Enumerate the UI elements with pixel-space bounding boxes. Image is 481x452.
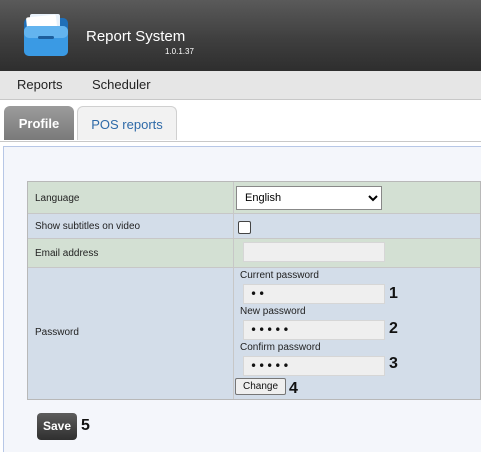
tab-profile[interactable]: Profile — [4, 106, 74, 140]
callout-5: 5 — [81, 417, 90, 434]
tab-pos-reports[interactable]: POS reports — [77, 106, 177, 140]
callout-4: 4 — [289, 380, 298, 397]
language-label: Language — [35, 193, 80, 204]
subtitles-label: Show subtitles on video — [35, 221, 141, 232]
app-version: 1.0.1.37 — [165, 47, 194, 56]
email-input[interactable] — [243, 242, 385, 262]
menu-item-scheduler[interactable]: Scheduler — [92, 77, 151, 92]
folder-logo-icon — [24, 14, 68, 56]
app-title: Report System — [86, 28, 186, 45]
confirm-password-label: Confirm password — [240, 342, 321, 353]
current-password-input[interactable]: •• — [243, 284, 385, 304]
new-password-label: New password — [240, 306, 306, 317]
new-password-input[interactable]: ••••• — [243, 320, 385, 340]
change-password-button[interactable]: Change — [235, 378, 286, 395]
show-subtitles-checkbox[interactable] — [238, 221, 251, 234]
callout-2: 2 — [389, 320, 398, 337]
callout-3: 3 — [389, 355, 398, 372]
current-password-label: Current password — [240, 270, 319, 281]
subtitles-row: Show subtitles on video — [28, 214, 480, 239]
menu-bar: Reports Scheduler — [0, 71, 481, 100]
password-label: Password — [35, 327, 79, 338]
app-header: Report System 1.0.1.37 — [0, 0, 481, 71]
save-button[interactable]: Save — [37, 413, 77, 440]
email-label: Email address — [35, 248, 99, 259]
menu-item-reports[interactable]: Reports — [17, 77, 63, 92]
confirm-password-input[interactable]: ••••• — [243, 356, 385, 376]
callout-1: 1 — [389, 285, 398, 302]
tab-strip: Profile POS reports — [0, 100, 481, 142]
language-select[interactable]: English — [236, 186, 382, 210]
